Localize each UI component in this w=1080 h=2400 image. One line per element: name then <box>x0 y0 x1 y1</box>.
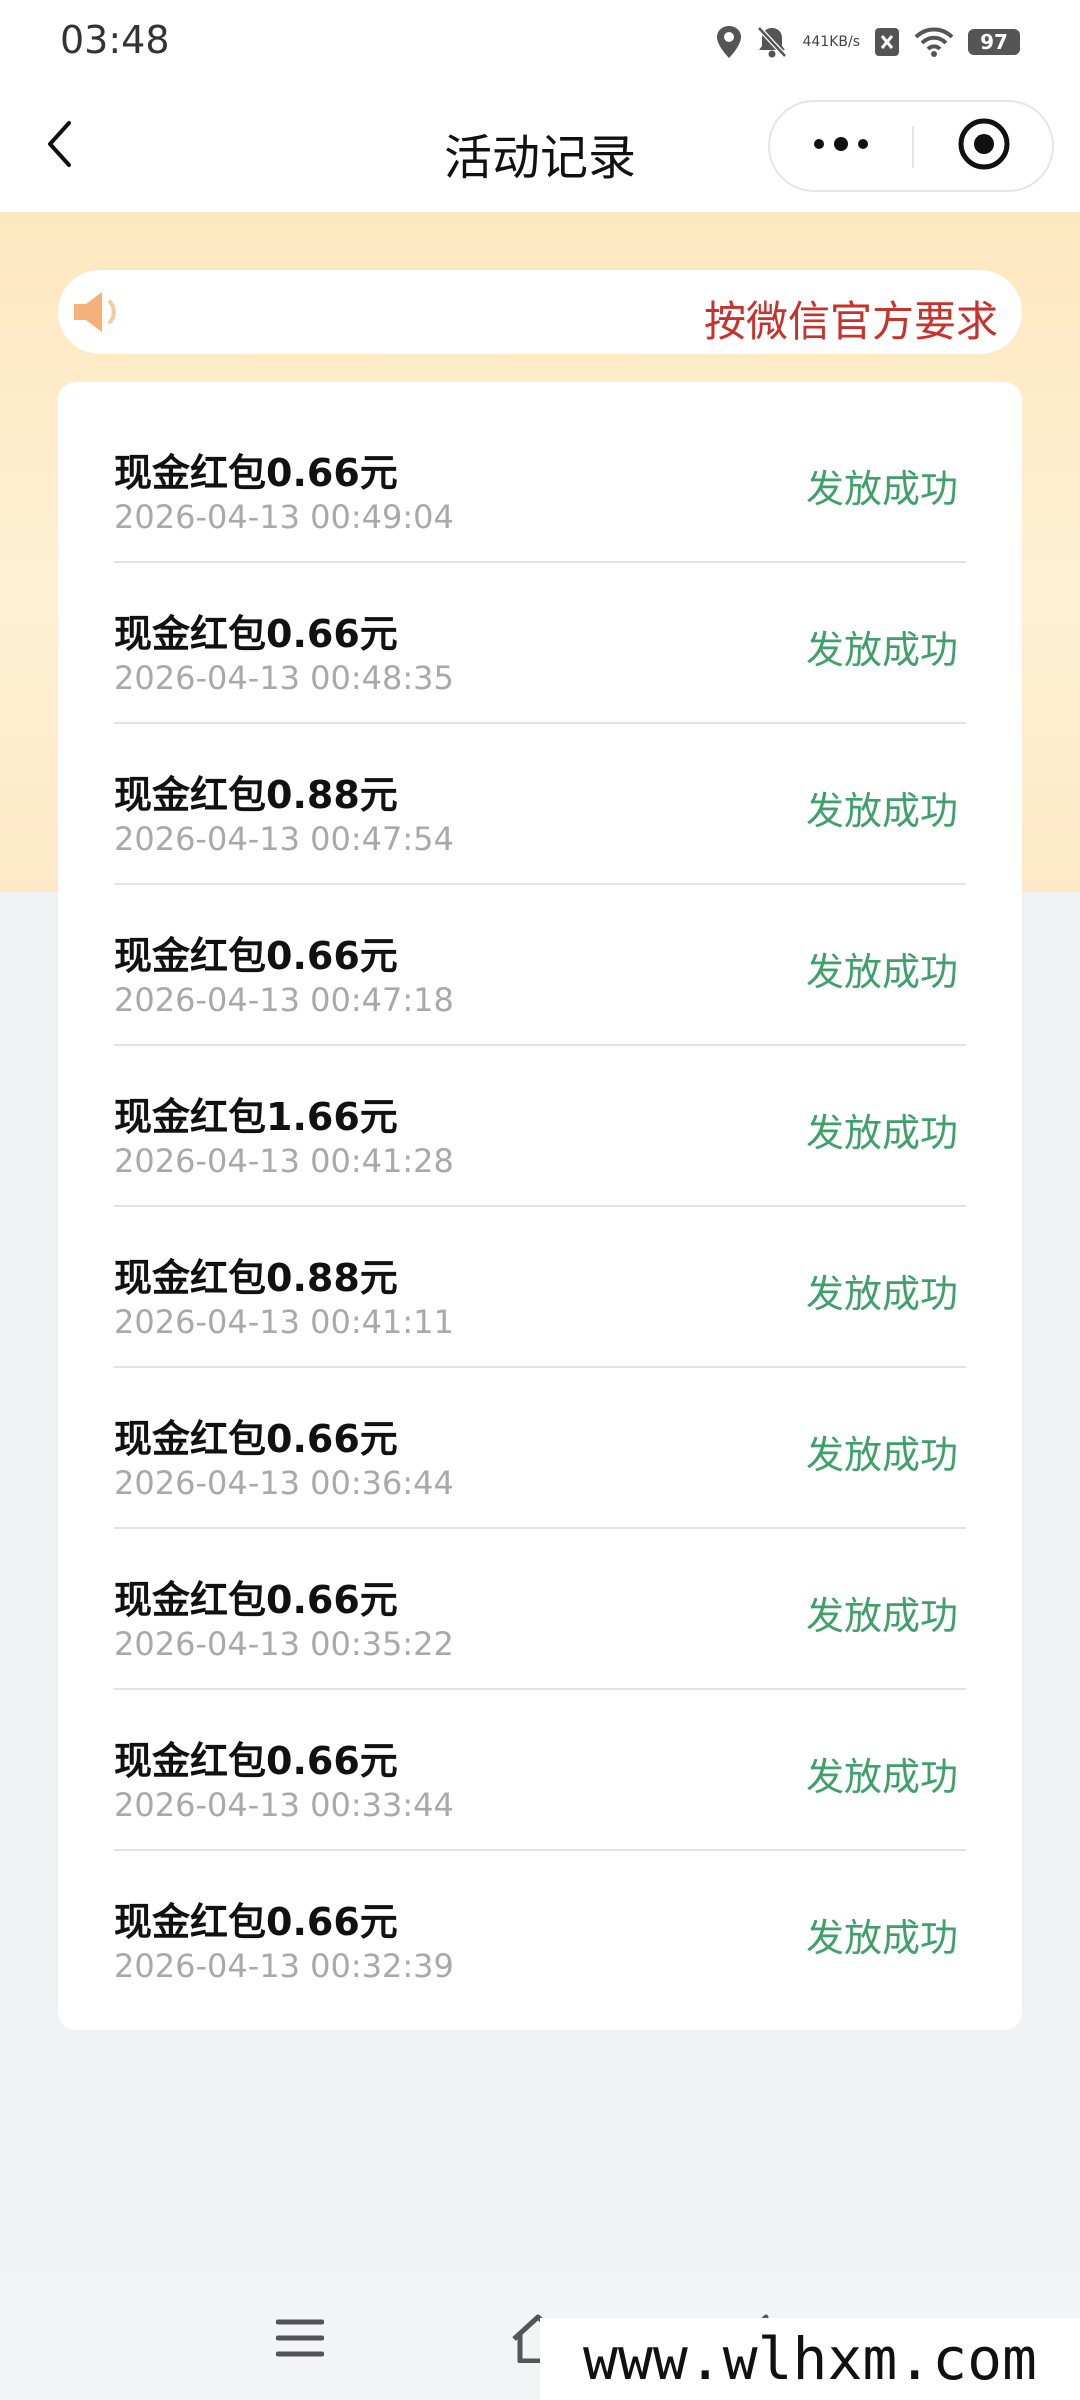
list-item[interactable]: 现金红包0.66元 2026-04-13 00:36:44 发放成功 <box>114 1368 966 1529</box>
location-icon <box>716 25 742 59</box>
list-item[interactable]: 现金红包0.66元 2026-04-13 00:49:04 发放成功 <box>114 402 966 563</box>
more-button[interactable] <box>770 102 912 190</box>
record-status: 发放成功 <box>805 950 958 994</box>
record-title: 现金红包0.66元 <box>114 1578 398 1622</box>
nav-bar: 活动记录 <box>0 80 1080 212</box>
notification-x-icon <box>874 27 900 57</box>
record-time: 2026-04-13 00:32:39 <box>114 1947 454 1985</box>
record-status: 发放成功 <box>805 789 958 833</box>
list-item[interactable]: 现金红包1.66元 2026-04-13 00:41:28 发放成功 <box>114 1046 966 1207</box>
record-status: 发放成功 <box>805 1111 958 1155</box>
record-time: 2026-04-13 00:41:28 <box>114 1142 454 1180</box>
record-status: 发放成功 <box>805 1594 958 1638</box>
list-item[interactable]: 现金红包0.88元 2026-04-13 00:47:54 发放成功 <box>114 724 966 885</box>
record-time: 2026-04-13 00:33:44 <box>114 1786 454 1824</box>
battery-level: 97 <box>980 30 1008 54</box>
record-status: 发放成功 <box>805 1272 958 1316</box>
record-title: 现金红包0.66元 <box>114 1900 398 1944</box>
mute-bell-icon <box>756 25 788 59</box>
record-title: 现金红包1.66元 <box>114 1095 398 1139</box>
record-status: 发放成功 <box>805 1433 958 1477</box>
watermark: www.wlhxm.com <box>540 2318 1080 2400</box>
status-bar: 03:48 441 KB/s 97 <box>0 0 1080 80</box>
record-status: 发放成功 <box>805 1755 958 1799</box>
record-time: 2026-04-13 00:47:18 <box>114 981 454 1019</box>
record-status: 发放成功 <box>805 467 958 511</box>
list-item[interactable]: 现金红包0.88元 2026-04-13 00:41:11 发放成功 <box>114 1207 966 1368</box>
net-speed-value: 441 <box>802 34 830 50</box>
battery-icon: 97 <box>968 29 1020 55</box>
net-speed-unit: KB/s <box>829 34 860 50</box>
record-time: 2026-04-13 00:47:54 <box>114 820 454 858</box>
list-item[interactable]: 现金红包0.66元 2026-04-13 00:48:35 发放成功 <box>114 563 966 724</box>
close-mini-program-button[interactable] <box>914 102 1054 190</box>
records-card: 现金红包0.66元 2026-04-13 00:49:04 发放成功 现金红包0… <box>58 382 1022 2030</box>
mini-program-close-icon <box>956 116 1012 176</box>
wifi-icon <box>914 26 954 58</box>
mini-program-capsule <box>768 100 1054 192</box>
status-time: 03:48 <box>60 18 170 62</box>
status-icons: 441 KB/s 97 <box>716 20 1020 64</box>
list-item[interactable]: 现金红包0.66元 2026-04-13 00:33:44 发放成功 <box>114 1690 966 1851</box>
record-time: 2026-04-13 00:49:04 <box>114 498 454 536</box>
speaker-icon <box>70 288 130 336</box>
net-speed: 441 KB/s <box>802 34 860 50</box>
list-item[interactable]: 现金红包0.66元 2026-04-13 00:35:22 发放成功 <box>114 1529 966 1690</box>
record-status: 发放成功 <box>805 1916 958 1960</box>
more-dots-icon <box>811 134 871 158</box>
notice-text: 按微信官方要求 <box>703 297 998 346</box>
record-status: 发放成功 <box>805 628 958 672</box>
record-title: 现金红包0.66元 <box>114 1417 398 1461</box>
list-item[interactable]: 现金红包0.66元 2026-04-13 00:32:39 发放成功 <box>114 1851 966 2012</box>
notice-bar: 按微信官方要求 <box>58 270 1022 354</box>
record-title: 现金红包0.88元 <box>114 1256 398 1300</box>
record-title: 现金红包0.66元 <box>114 934 398 978</box>
record-title: 现金红包0.66元 <box>114 451 398 495</box>
menu-icon <box>275 2318 325 2362</box>
list-item[interactable]: 现金红包0.66元 2026-04-13 00:47:18 发放成功 <box>114 885 966 1046</box>
record-title: 现金红包0.66元 <box>114 1739 398 1783</box>
record-title: 现金红包0.88元 <box>114 773 398 817</box>
record-time: 2026-04-13 00:36:44 <box>114 1464 454 1502</box>
record-time: 2026-04-13 00:35:22 <box>114 1625 454 1663</box>
menu-button[interactable] <box>270 2310 330 2370</box>
record-time: 2026-04-13 00:48:35 <box>114 659 454 697</box>
record-time: 2026-04-13 00:41:11 <box>114 1303 454 1341</box>
record-title: 现金红包0.66元 <box>114 612 398 656</box>
